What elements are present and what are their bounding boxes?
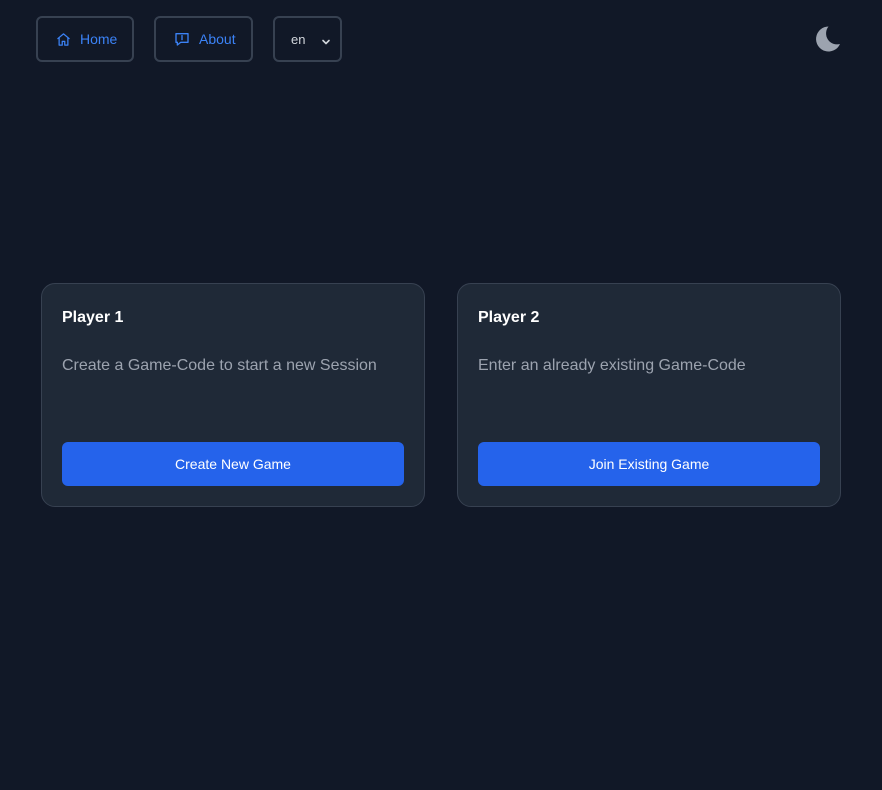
home-label: Home	[80, 31, 118, 47]
card-description: Enter an already existing Game-Code	[478, 357, 746, 374]
top-nav: Home About en	[0, 0, 882, 80]
home-icon	[56, 32, 71, 47]
about-label: About	[199, 31, 236, 47]
language-select[interactable]: en	[273, 16, 342, 62]
moon-icon	[810, 26, 844, 60]
language-value: en	[291, 31, 306, 47]
chevron-down-icon	[321, 35, 331, 50]
card-description: Create a Game-Code to start a new Sessio…	[62, 357, 377, 374]
card-title: Player 1	[62, 309, 124, 326]
home-button[interactable]: Home	[36, 16, 134, 62]
theme-toggle-button[interactable]	[810, 22, 844, 56]
card-title: Player 2	[478, 309, 540, 326]
create-new-game-button[interactable]: Create New Game	[62, 442, 404, 486]
player-1-card: Player 1 Create a Game-Code to start a n…	[41, 283, 425, 507]
player-2-card: Player 2 Enter an already existing Game-…	[457, 283, 841, 507]
about-button[interactable]: About	[154, 16, 253, 62]
join-existing-game-button[interactable]: Join Existing Game	[478, 442, 820, 486]
chat-info-icon	[174, 31, 190, 47]
